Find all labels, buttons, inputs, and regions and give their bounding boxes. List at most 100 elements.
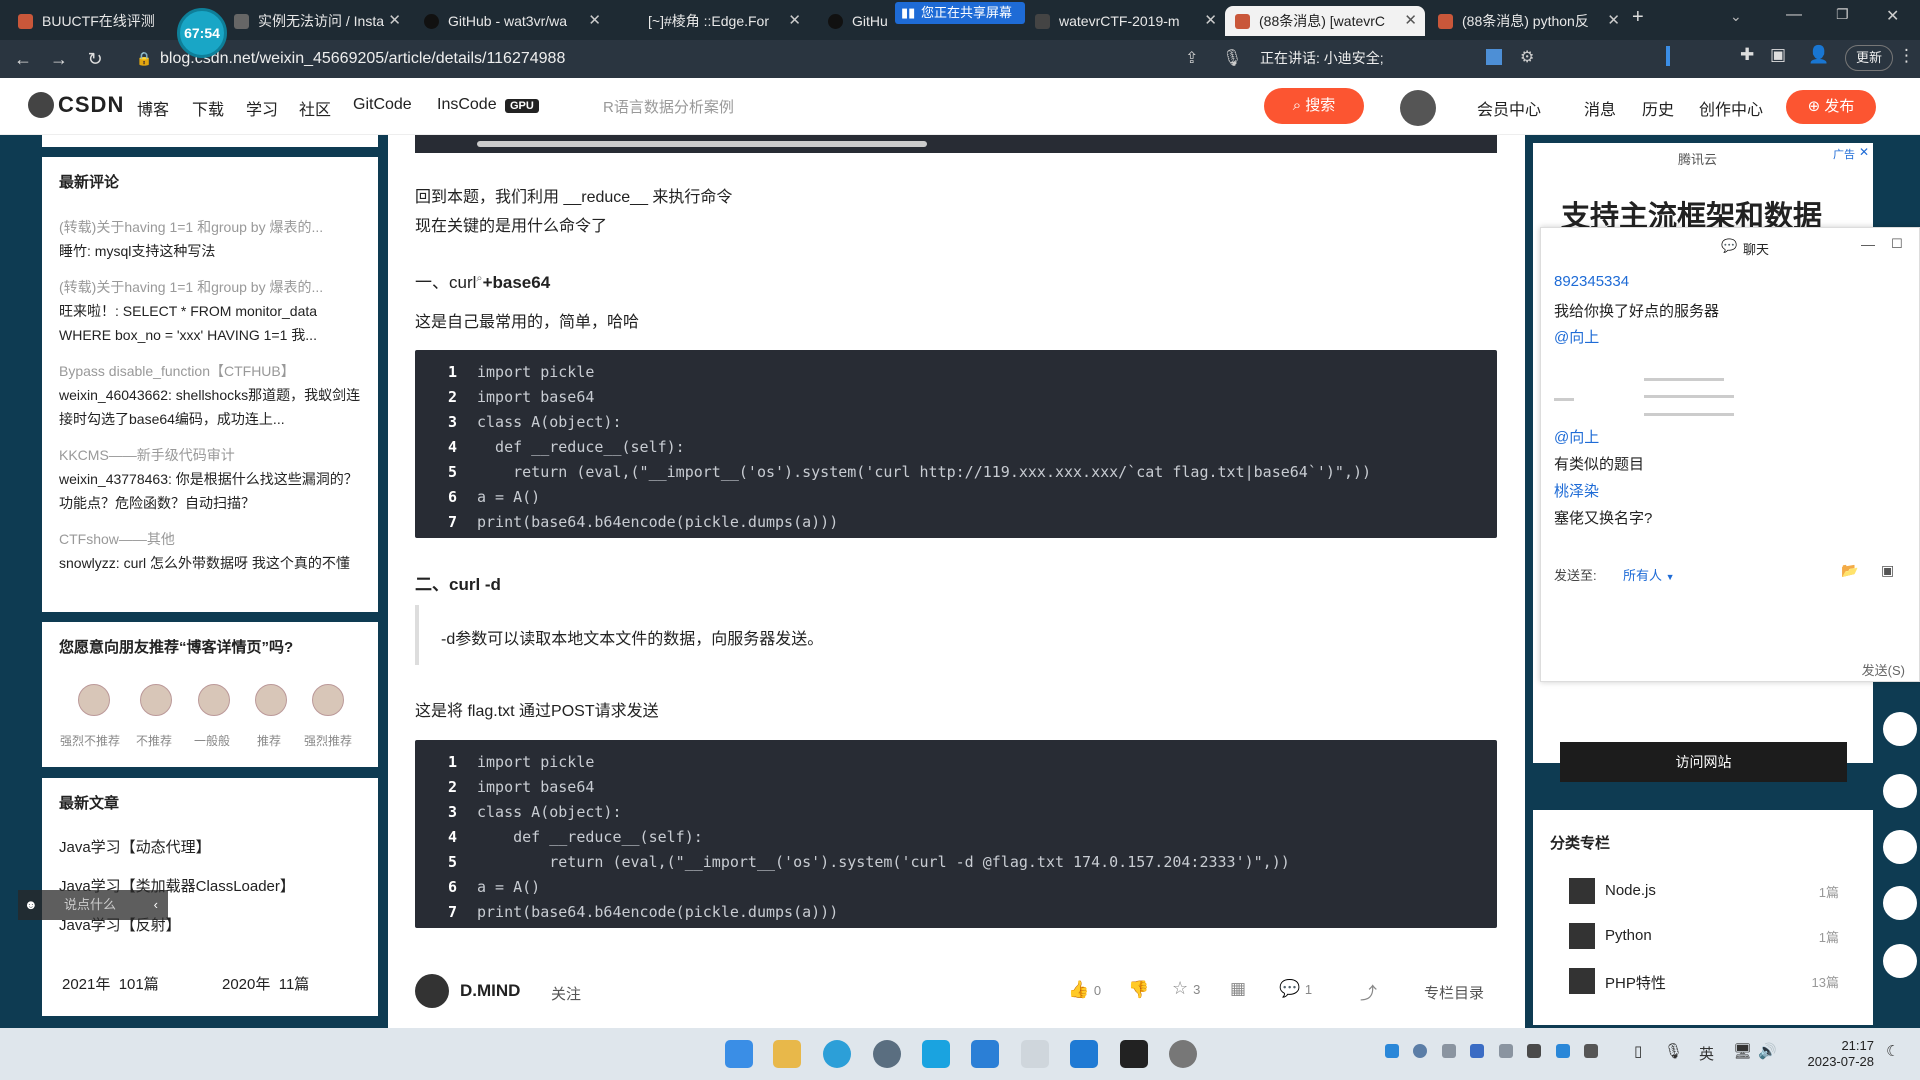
search-hint[interactable]: R语言数据分析案例 <box>603 96 734 117</box>
chrome-browser-icon[interactable] <box>873 1040 901 1068</box>
battery-icon[interactable]: ▯ <box>1634 1042 1642 1060</box>
chat-sender[interactable]: 桃泽染 <box>1554 480 1599 501</box>
tab-list-chevron-icon[interactable]: ⌄ <box>1730 8 1742 25</box>
nav-vip-center[interactable]: 会员中心 <box>1477 96 1541 120</box>
chat-input[interactable] <box>1541 598 1920 658</box>
nav-history[interactable]: 历史 <box>1642 96 1674 120</box>
publish-button[interactable]: ⊕ 发布 <box>1786 90 1876 124</box>
puzzle-extensions-icon[interactable]: ✚ <box>1740 45 1754 65</box>
code-scrollbar[interactable] <box>477 141 927 147</box>
close-icon[interactable]: ✕ <box>1607 6 1620 36</box>
network-icon[interactable]: 🖥 <box>1733 1042 1752 1060</box>
tray-icon[interactable] <box>1470 1044 1485 1058</box>
microphone-icon[interactable]: 🎙 <box>1222 48 1242 68</box>
float-tool-button[interactable] <box>1883 774 1917 808</box>
start-menu-icon[interactable] <box>725 1040 753 1068</box>
nav-messages[interactable]: 消息 <box>1584 96 1616 120</box>
chat-maximize-icon[interactable]: ☐ <box>1891 236 1903 252</box>
maximize-icon[interactable]: ❐ <box>1836 6 1849 23</box>
very-likely-face-icon[interactable] <box>312 684 344 716</box>
profile-icon[interactable]: 👤 <box>1808 45 1829 65</box>
close-icon[interactable]: ✕ <box>388 6 401 36</box>
app-icon[interactable] <box>1169 1040 1197 1068</box>
column-directory-button[interactable]: 专栏目录 <box>1424 982 1484 1003</box>
category-item[interactable]: Python 1篇 <box>1569 923 1859 949</box>
vscode-icon[interactable] <box>1070 1040 1098 1068</box>
pycharm-icon[interactable] <box>1120 1040 1148 1068</box>
tab-csdn-watevr[interactable]: (88条消息) [watevrC ✕ <box>1225 6 1425 36</box>
search-button[interactable]: ⌕ 搜索 <box>1264 88 1364 124</box>
nav-learn[interactable]: 学习 <box>246 96 278 120</box>
visit-website-button[interactable]: 访问网站 <box>1560 742 1847 782</box>
chat-titlebar[interactable]: 💬 聊天 — ☐ <box>1541 228 1920 268</box>
chat-sender[interactable]: @向上 <box>1554 326 1599 347</box>
ad-close-icon[interactable]: ✕ <box>1859 145 1869 159</box>
author-name[interactable]: D.MIND <box>460 981 520 1001</box>
input-method-indicator[interactable]: 英 <box>1699 1043 1714 1064</box>
like-button[interactable]: 👍 0 <box>1068 980 1101 1000</box>
address-bar[interactable]: 🔒 blog.csdn.net/weixin_45669205/article/… <box>130 44 1280 74</box>
chat-sender[interactable]: 892345334 <box>1554 273 1629 290</box>
code-block-2[interactable]: 1 import pickle 2 import base64 3 class A(o… <box>415 740 1497 928</box>
unlikely-face-icon[interactable] <box>140 684 172 716</box>
close-icon[interactable]: ✕ <box>1404 6 1417 36</box>
comment-item[interactable]: CTFshow——其他 snowlyzz: curl 怎么外带数据呀 我这个真的不… <box>59 527 364 611</box>
follow-button[interactable]: 关注 <box>551 983 581 1004</box>
minimize-icon[interactable]: — <box>1786 6 1802 24</box>
close-icon[interactable]: ✕ <box>588 6 601 36</box>
tab-instance[interactable]: 实例无法访问 / Insta ✕ <box>224 6 409 36</box>
likely-face-icon[interactable] <box>255 684 287 716</box>
volume-icon[interactable]: 🔊 <box>1758 1042 1777 1060</box>
update-button[interactable]: 更新 <box>1845 45 1894 71</box>
category-item[interactable]: Node.js 1篇 <box>1569 878 1859 904</box>
neutral-face-icon[interactable] <box>198 684 230 716</box>
archive-2020[interactable]: 2020年 11篇 <box>222 973 309 994</box>
tab-csdn-python[interactable]: (88条消息) python反 ✕ <box>1428 6 1628 36</box>
app-icon[interactable] <box>1021 1040 1049 1068</box>
tray-icon[interactable] <box>1527 1044 1542 1058</box>
close-icon[interactable]: ✕ <box>788 6 801 36</box>
window-close-icon[interactable]: ✕ <box>1886 6 1899 26</box>
comment-item[interactable]: (转载)关于having 1=1 和group by 爆表的... 睡竹: mys… <box>59 215 364 275</box>
screen-share-banner[interactable]: ▮▮ 您正在共享屏幕 <box>895 2 1025 24</box>
send-button[interactable]: 发送(S) <box>1862 660 1905 679</box>
reload-icon[interactable]: ↻ <box>84 48 106 70</box>
app-icon[interactable] <box>922 1040 950 1068</box>
screenshot-icon[interactable]: ▣ <box>1881 562 1894 579</box>
chat-sender[interactable]: @向上 <box>1554 426 1599 447</box>
comment-item[interactable]: Bypass disable_function【CTFHUB】 weixin_46… <box>59 359 364 443</box>
collapse-chevron-icon[interactable]: ‹ <box>154 890 158 920</box>
csdn-logo[interactable]: CSDN <box>58 92 124 118</box>
forward-icon[interactable]: → <box>48 48 70 70</box>
share-icon[interactable]: ⇪ <box>1185 48 1198 68</box>
archive-2021[interactable]: 2021年 101篇 <box>62 973 159 994</box>
nav-creation-center[interactable]: 创作中心 <box>1699 96 1763 120</box>
tray-icon[interactable] <box>1441 1044 1456 1058</box>
nav-inscode[interactable]: InsCode <box>437 96 497 114</box>
tab-edge-forum[interactable]: [~]#棱角 ::Edge.For ✕ <box>614 6 809 36</box>
more-menu-icon[interactable]: ⋮ <box>1898 46 1915 66</box>
tab-watevr[interactable]: watevrCTF-2019-m ✕ <box>1025 6 1225 36</box>
tray-icon[interactable] <box>1385 1044 1399 1058</box>
reward-button[interactable]: ▦ <box>1230 979 1246 999</box>
file-folder-icon[interactable]: 📂 <box>1841 562 1858 579</box>
comment-item[interactable]: KKCMS——新手级代码审计 weixin_43778463: 你是根据什么找这些… <box>59 443 364 527</box>
extension-icon[interactable]: ⚙ <box>1520 47 1534 67</box>
new-tab-icon[interactable]: + <box>1632 6 1644 29</box>
microphone-icon[interactable]: 🎙 <box>1664 1042 1683 1060</box>
tab-github-2[interactable]: GitHu <box>818 6 898 36</box>
share-button[interactable]: ⤴ <box>1360 979 1377 1004</box>
system-tray-icons[interactable] <box>1385 1044 1635 1064</box>
nav-community[interactable]: 社区 <box>299 96 331 120</box>
recent-article-link[interactable]: Java学习【动态代理】 <box>59 836 211 857</box>
edge-browser-icon[interactable] <box>823 1040 851 1068</box>
back-icon[interactable]: ← <box>12 48 34 70</box>
notifications-icon[interactable]: ☾ <box>1886 1042 1899 1060</box>
dislike-button[interactable]: 👎 <box>1128 980 1149 1000</box>
close-icon[interactable]: ✕ <box>1204 6 1217 36</box>
tab-buuctf[interactable]: BUUCTF在线评测 <box>8 6 168 36</box>
comment-button[interactable]: 💬 1 <box>1279 979 1312 999</box>
float-tool-button[interactable] <box>1883 830 1917 864</box>
tab-github[interactable]: GitHub - wat3vr/wa ✕ <box>414 6 609 36</box>
avatar[interactable] <box>1400 90 1436 126</box>
